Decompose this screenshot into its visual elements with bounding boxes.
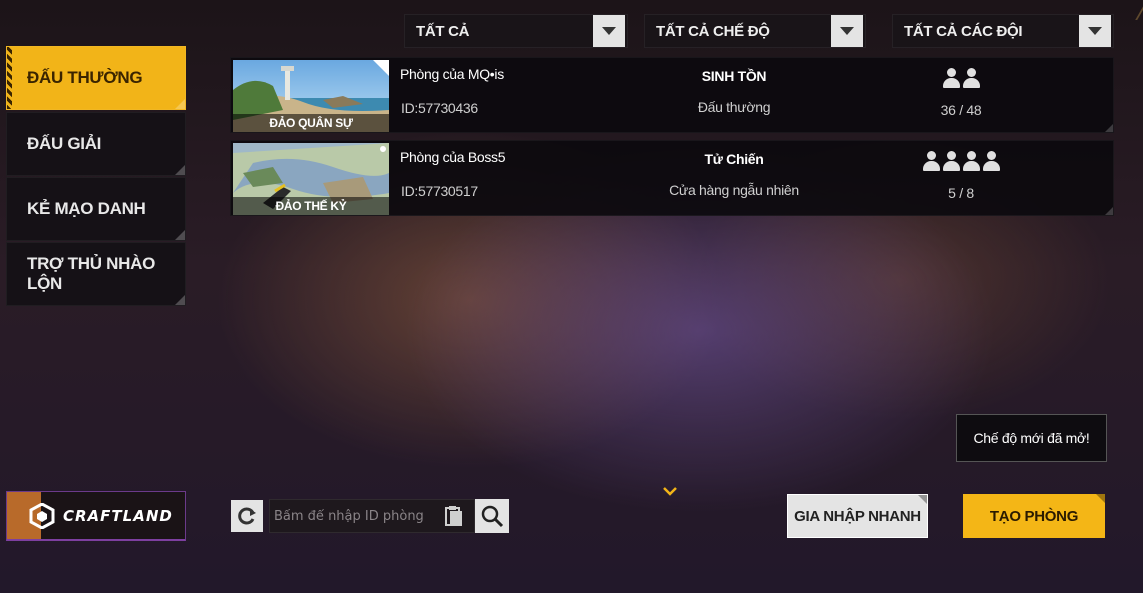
room-row[interactable]: ĐẢO QUÂN SỰ Phòng của MQ•is ID:57730436 … xyxy=(230,57,1114,133)
chevron-down-icon[interactable] xyxy=(662,484,678,500)
new-mode-toast: Chế độ mới đã mở! xyxy=(956,414,1107,462)
room-submode: Cửa hàng ngẫu nhiên xyxy=(669,182,799,198)
room-name: Phòng của MQ•is xyxy=(400,66,504,82)
room-mode: Tử Chiến xyxy=(704,151,764,167)
corner-cut xyxy=(175,99,185,109)
duo-person-icon xyxy=(861,68,1061,88)
sidebar-item-label: ĐẤU THƯỜNG xyxy=(27,68,143,87)
craftland-logo-icon xyxy=(29,502,55,529)
filter-all[interactable]: TẤT CẢ xyxy=(404,14,628,48)
room-id: ID:57730436 xyxy=(401,100,478,116)
quick-join-button[interactable]: GIA NHẬP NHANH xyxy=(787,494,928,538)
sidebar-item-label: ĐẤU GIẢI xyxy=(27,134,102,153)
map-thumbnail: ĐẢO QUÂN SỰ xyxy=(233,60,389,132)
toast-text: Chế độ mới đã mở! xyxy=(973,430,1090,446)
room-submode: Đấu thường xyxy=(697,99,771,115)
sidebar-item-label: KẺ MẠO DANH xyxy=(27,199,146,218)
sidebar-item-impostor[interactable]: KẺ MẠO DANH xyxy=(6,177,186,241)
room-row[interactable]: ĐẢO THẾ KỶ Phòng của Boss5 ID:57730517 T… xyxy=(230,140,1114,216)
filter-teams[interactable]: TẤT CẢ CÁC ĐỘI xyxy=(892,14,1114,48)
create-room-label: TẠO PHÒNG xyxy=(989,507,1079,525)
squad-person-icon xyxy=(861,151,1061,171)
sidebar-item-label: TRỢ THỦ NHÀO LỘN xyxy=(27,254,156,293)
filter-teams-label: TẤT CẢ CÁC ĐỘI xyxy=(904,22,1023,40)
map-name: ĐẢO QUÂN SỰ xyxy=(233,114,389,132)
quick-join-label: GIA NHẬP NHANH xyxy=(794,507,921,525)
sidebar-item-normal-match[interactable]: ĐẤU THƯỜNG xyxy=(6,46,186,110)
filter-all-label: TẤT CẢ xyxy=(416,22,470,40)
corner-cut xyxy=(175,165,185,175)
corner-cut xyxy=(1105,207,1113,215)
sidebar-item-tournament[interactable]: ĐẤU GIẢI xyxy=(6,112,186,176)
search-button[interactable] xyxy=(475,499,509,533)
player-count: 5 / 8 xyxy=(948,185,974,201)
sidebar-item-stunt-helper[interactable]: TRỢ THỦ NHÀO LỘN xyxy=(6,242,186,306)
create-room-button[interactable]: TẠO PHÒNG xyxy=(963,494,1105,538)
room-id-search[interactable] xyxy=(269,499,475,533)
map-thumbnail: ĐẢO THẾ KỶ xyxy=(233,143,389,215)
search-icon xyxy=(481,505,504,528)
room-id: ID:57730517 xyxy=(401,183,478,199)
corner-cut xyxy=(1105,124,1113,132)
filter-modes-label: TẤT CẢ CHẾ ĐỘ xyxy=(656,22,770,40)
room-name: Phòng của Boss5 xyxy=(400,149,506,165)
dropdown-arrow-icon[interactable] xyxy=(593,15,625,47)
player-count: 36 / 48 xyxy=(940,102,982,118)
dropdown-arrow-icon[interactable] xyxy=(831,15,863,47)
room-mode: SINH TỒN xyxy=(701,68,767,84)
map-name: ĐẢO THẾ KỶ xyxy=(233,197,389,215)
craftland-label: CRAFTLAND xyxy=(63,506,173,525)
refresh-icon xyxy=(238,507,256,525)
dropdown-arrow-icon[interactable] xyxy=(1079,15,1111,47)
craftland-button[interactable]: CRAFTLAND xyxy=(6,491,186,541)
corner-cut xyxy=(175,230,185,240)
room-id-input[interactable] xyxy=(270,508,442,524)
filter-modes[interactable]: TẤT CẢ CHẾ ĐỘ xyxy=(644,14,866,48)
paste-icon[interactable] xyxy=(442,504,466,528)
refresh-button[interactable] xyxy=(231,500,263,532)
corner-cut xyxy=(175,295,185,305)
